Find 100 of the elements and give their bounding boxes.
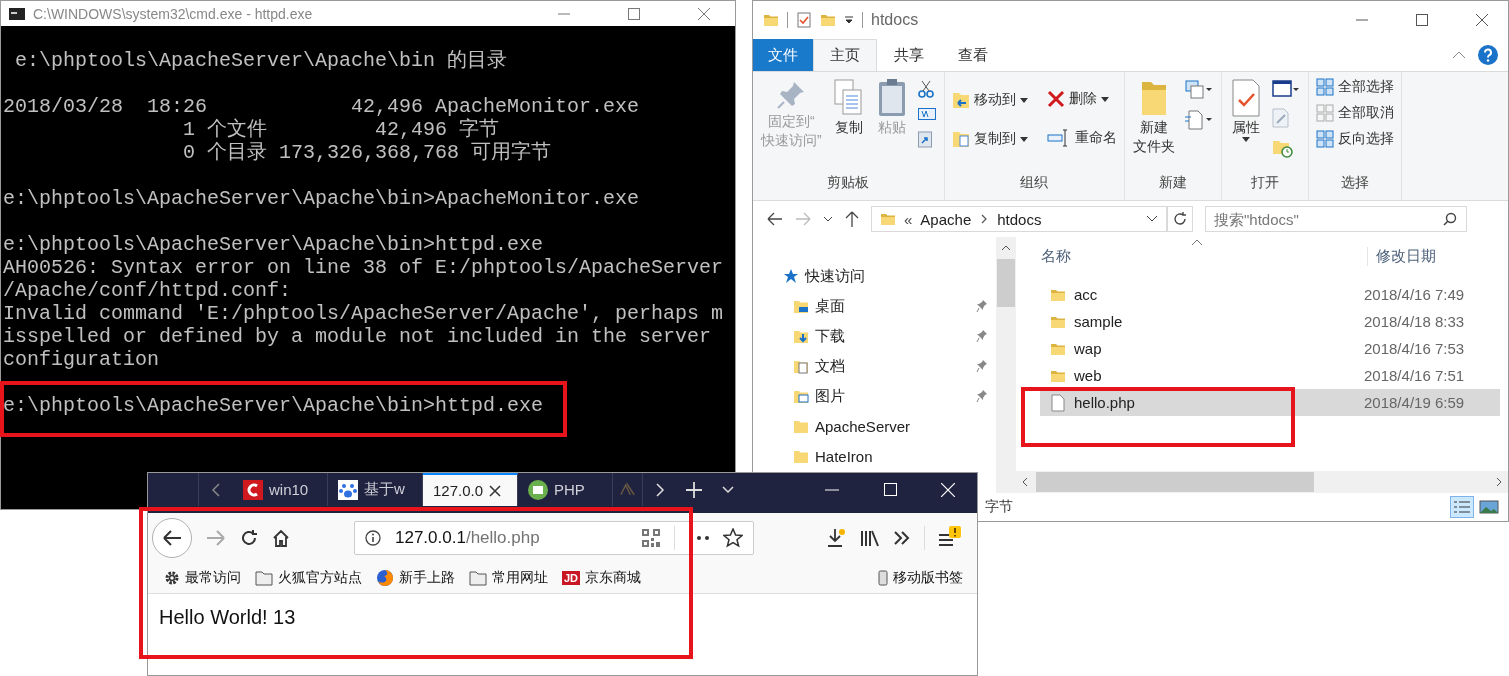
column-header[interactable]: 名称 xyxy=(1041,247,1071,266)
console-line: AH00526: Syntax error on line 38 of E:/phptools/ApacheServer xyxy=(3,256,725,279)
file-row[interactable]: acc 2018/4/16 7:49 xyxy=(1040,281,1500,308)
help-icon[interactable] xyxy=(1478,45,1498,65)
refresh-icon[interactable] xyxy=(1167,206,1193,232)
download-folder-icon xyxy=(793,328,809,344)
easy-access-icon[interactable] xyxy=(1184,110,1213,130)
browser-tab[interactable]: PHP xyxy=(518,473,613,506)
star-icon[interactable] xyxy=(723,528,743,548)
ribbon-button[interactable]: 重命名 xyxy=(1043,127,1120,149)
maximize-icon[interactable] xyxy=(1416,14,1428,26)
download-icon[interactable] xyxy=(826,528,846,548)
scrollbar[interactable] xyxy=(996,237,1016,493)
bookmark[interactable]: 最常访问 xyxy=(164,569,241,587)
paw-icon xyxy=(338,479,358,500)
column-header[interactable]: 修改日期 xyxy=(1367,247,1436,266)
delete-icon xyxy=(1046,90,1065,108)
bookmark[interactable]: 常用网址 xyxy=(469,569,548,587)
search-icon xyxy=(1443,212,1457,226)
mobile-bookmarks[interactable]: 移动版书签 xyxy=(878,569,963,587)
scroll-left-icon[interactable] xyxy=(1022,477,1028,487)
close-icon[interactable] xyxy=(1476,14,1488,26)
copy-path-icon[interactable] xyxy=(917,108,936,120)
console-line: 1 个文件 42,496 字节 xyxy=(182,118,501,141)
up-icon[interactable] xyxy=(845,211,859,227)
overflow-icon[interactable] xyxy=(894,531,910,545)
console-line: configuration xyxy=(3,348,161,371)
collapse-icon[interactable] xyxy=(1452,50,1466,60)
properties-icon[interactable] xyxy=(796,12,812,28)
bookmark[interactable]: 新手上路 xyxy=(376,569,455,587)
folder-icon xyxy=(255,570,273,586)
site-icon xyxy=(243,479,263,500)
pin-icon[interactable] xyxy=(976,359,988,373)
back-button[interactable] xyxy=(152,518,192,558)
scroll-thumb[interactable] xyxy=(997,259,1015,307)
ribbon-button[interactable]: 复制到 xyxy=(948,127,1031,151)
folder-icon xyxy=(880,211,896,227)
caret-icon xyxy=(1019,136,1028,142)
window-title: htdocs xyxy=(871,11,919,29)
nav-item[interactable]: 文档 xyxy=(783,351,996,381)
close-icon[interactable] xyxy=(489,484,502,497)
ribbon-button[interactable]: 新建 文件夹 xyxy=(1128,76,1179,158)
ribbon-tab[interactable]: 共享 xyxy=(877,39,941,71)
history-icon[interactable] xyxy=(1271,138,1294,158)
copy-folder-icon xyxy=(951,129,970,149)
ribbon-button[interactable]: 全部选择 xyxy=(1312,76,1397,98)
file-row[interactable]: sample 2018/4/18 8:33 xyxy=(1040,308,1500,335)
breadcrumb[interactable]: htdocs xyxy=(997,210,1042,228)
nav-item[interactable]: 桌面 xyxy=(783,291,996,321)
pin-icon[interactable] xyxy=(976,389,988,403)
info-icon[interactable] xyxy=(365,530,381,546)
dropdown-icon[interactable] xyxy=(1146,215,1158,223)
bookmark[interactable]: 火狐官方站点 xyxy=(255,569,362,587)
nav-item[interactable]: ApacheServer xyxy=(783,411,996,441)
file-row[interactable]: wap 2018/4/16 7:53 xyxy=(1040,335,1500,362)
library-icon[interactable] xyxy=(860,529,880,547)
browser-tab[interactable]: 127.0.0 xyxy=(423,473,518,506)
browser-tab[interactable]: win10 xyxy=(233,473,328,506)
nav-item[interactable]: 快速访问 xyxy=(783,261,996,291)
qr-code-icon[interactable] xyxy=(642,529,660,547)
dropdown-icon[interactable] xyxy=(844,16,854,24)
details-view-icon[interactable] xyxy=(1450,496,1474,518)
scroll-up-icon[interactable] xyxy=(1001,245,1011,251)
ribbon-button[interactable]: 属性 xyxy=(1225,76,1266,144)
ribbon-button[interactable]: 反向选择 xyxy=(1312,128,1397,150)
nav-item[interactable]: HateIron xyxy=(783,441,996,471)
ribbon-button[interactable]: 删除 xyxy=(1043,88,1120,110)
file-row[interactable]: web 2018/4/16 7:51 xyxy=(1040,362,1500,389)
file-row[interactable]: hello.php 2018/4/19 6:59 xyxy=(1040,389,1500,416)
browser-tab[interactable]: 基于w xyxy=(328,473,423,506)
console-line: 0 个目录 173,326,368,768 可用字节 xyxy=(182,141,553,164)
address-bar[interactable]: « Apache htdocs xyxy=(871,206,1167,232)
console-line: Invalid command 'E:/phptools/ApacheServer/Apache', perhaps m xyxy=(3,302,725,325)
back-icon[interactable] xyxy=(767,212,783,226)
reload-icon[interactable] xyxy=(240,529,258,547)
recent-dropdown-icon[interactable] xyxy=(823,215,833,223)
scissors-icon[interactable] xyxy=(917,80,934,98)
breadcrumb[interactable]: Apache xyxy=(920,210,972,228)
scroll-right-icon[interactable] xyxy=(1496,477,1502,487)
search-field[interactable]: 搜索"htdocs" xyxy=(1205,206,1467,232)
home-icon[interactable] xyxy=(272,529,290,547)
ribbon-button[interactable]: 全部取消 xyxy=(1312,102,1397,124)
paste-shortcut-icon[interactable] xyxy=(917,130,932,148)
bookmark[interactable]: JD 京东商城 xyxy=(562,569,642,587)
open-window-icon[interactable] xyxy=(1271,80,1300,98)
ribbon-tab[interactable]: 文件 xyxy=(753,39,813,71)
url-field[interactable]: 127.0.0.1/hello.php xyxy=(354,521,754,555)
pin-icon[interactable] xyxy=(976,299,988,313)
new-item-icon[interactable] xyxy=(1184,80,1213,100)
nav-item[interactable]: 图片 xyxy=(783,381,996,411)
ribbon-tab[interactable]: 查看 xyxy=(941,39,1005,71)
ribbon-button[interactable]: 移动到 xyxy=(948,88,1031,112)
ribbon-button[interactable]: 复制 xyxy=(827,76,870,139)
console-line: /Apache/conf/httpd.conf: xyxy=(3,279,293,302)
group-label: 选择 xyxy=(1339,174,1370,192)
pin-icon[interactable] xyxy=(976,329,988,343)
ribbon-tab[interactable]: 主页 xyxy=(813,39,877,71)
nav-item[interactable]: 下载 xyxy=(783,321,996,351)
file-icon xyxy=(1050,393,1066,412)
scrollbar[interactable] xyxy=(1016,471,1508,493)
